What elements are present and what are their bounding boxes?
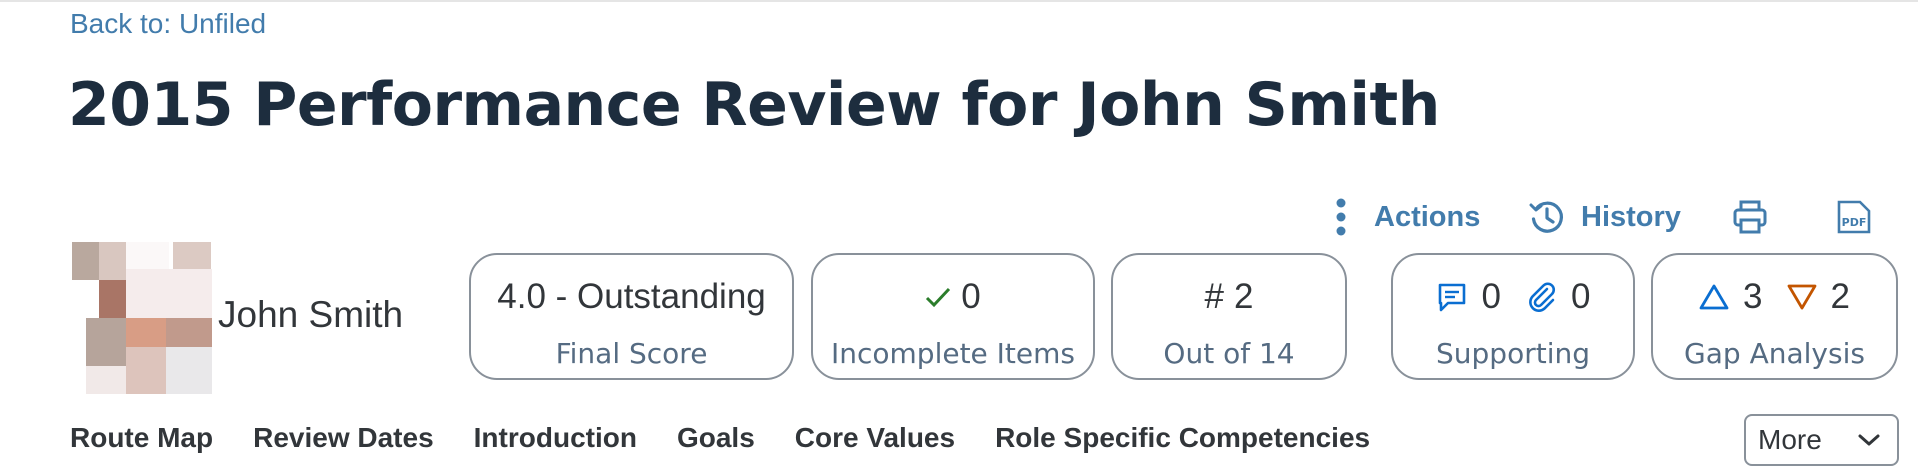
- actions-label: Actions: [1374, 200, 1481, 233]
- section-tabs: Route Map Review Dates Introduction Goal…: [70, 422, 1410, 462]
- pdf-button[interactable]: PDF: [1836, 195, 1872, 239]
- history-icon: [1529, 201, 1563, 233]
- final-score-label: Final Score: [555, 337, 708, 370]
- actions-toolbar: Actions History PDF: [0, 195, 1918, 239]
- back-link[interactable]: Back to: Unfiled: [70, 8, 266, 40]
- incomplete-items-value: 0: [961, 277, 981, 316]
- incomplete-items-card[interactable]: 0 Incomplete Items: [811, 253, 1095, 380]
- supporting-card[interactable]: 0 0 Supporting: [1391, 253, 1635, 380]
- more-label: More: [1758, 424, 1822, 455]
- supporting-label: Supporting: [1436, 337, 1590, 370]
- tab-goals[interactable]: Goals: [677, 422, 755, 462]
- printer-icon: [1733, 200, 1767, 234]
- triangle-down-icon: [1787, 284, 1816, 310]
- hash-icon: #: [1204, 277, 1224, 316]
- svg-text:PDF: PDF: [1842, 216, 1867, 229]
- attachments-count: 0: [1571, 277, 1591, 316]
- checkmark-icon: [926, 287, 951, 308]
- gap-up-count: 3: [1743, 277, 1763, 316]
- page-title: 2015 Performance Review for John Smith: [68, 70, 1440, 140]
- gap-down-count: 2: [1830, 277, 1850, 316]
- actions-button[interactable]: Actions: [1334, 195, 1480, 239]
- gap-analysis-label: Gap Analysis: [1684, 337, 1865, 370]
- triangle-up-icon: [1699, 284, 1729, 310]
- tab-core-values[interactable]: Core Values: [795, 422, 955, 462]
- comments-count: 0: [1481, 277, 1501, 316]
- gap-analysis-card[interactable]: 3 2 Gap Analysis: [1651, 253, 1898, 380]
- final-score-value: 4.0 - Outstanding: [497, 277, 766, 316]
- avatar: [70, 240, 214, 394]
- more-vertical-icon: [1336, 198, 1346, 236]
- print-button[interactable]: [1732, 195, 1768, 239]
- comment-icon: [1438, 283, 1465, 312]
- attachment-icon: [1529, 282, 1555, 312]
- final-score-card[interactable]: 4.0 - Outstanding Final Score: [469, 253, 794, 380]
- tab-introduction[interactable]: Introduction: [474, 422, 637, 462]
- pdf-icon: PDF: [1837, 200, 1871, 234]
- rank-label: Out of 14: [1163, 337, 1295, 370]
- user-name: John Smith: [218, 294, 404, 335]
- top-divider: [0, 0, 1918, 2]
- tab-role-specific-competencies[interactable]: Role Specific Competencies: [995, 422, 1370, 462]
- rank-card[interactable]: # 2 Out of 14: [1111, 253, 1347, 380]
- history-label: History: [1581, 200, 1681, 233]
- tab-review-dates[interactable]: Review Dates: [253, 422, 434, 462]
- more-dropdown[interactable]: More: [1744, 414, 1899, 466]
- history-button[interactable]: History: [1529, 195, 1681, 239]
- incomplete-items-label: Incomplete Items: [830, 337, 1075, 370]
- tab-route-map[interactable]: Route Map: [70, 422, 213, 462]
- chevron-down-icon: [1858, 434, 1880, 446]
- rank-value: 2: [1234, 277, 1254, 316]
